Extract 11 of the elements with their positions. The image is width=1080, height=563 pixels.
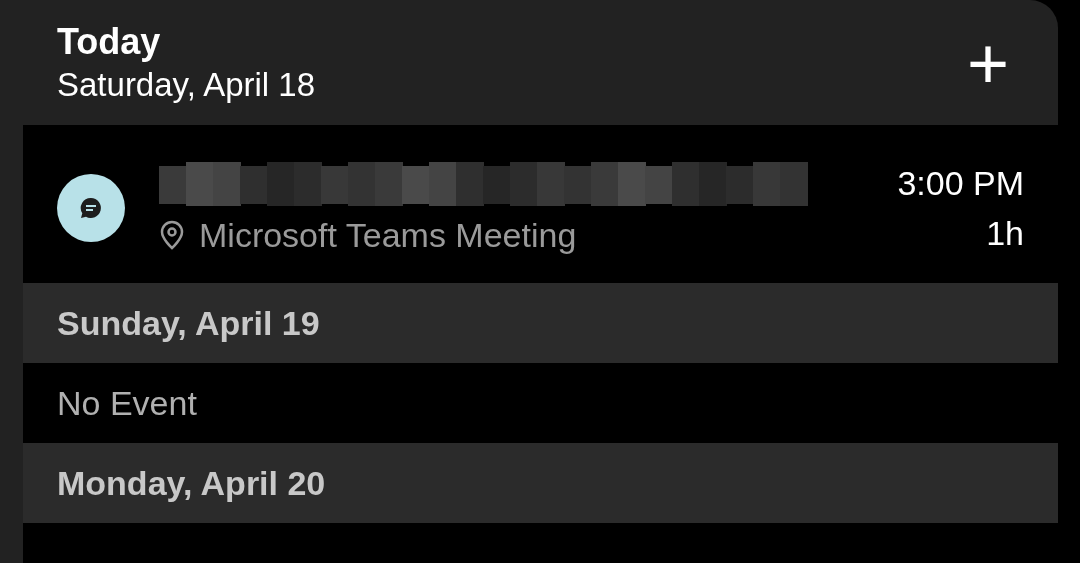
- event-location: Microsoft Teams Meeting: [199, 215, 577, 256]
- day-heading: Monday, April 20: [57, 463, 326, 504]
- no-event-label: No Event: [57, 383, 197, 424]
- day-heading: Sunday, April 19: [57, 303, 320, 344]
- chat-icon: [57, 174, 125, 242]
- event-duration: 1h: [986, 213, 1024, 254]
- location-pin-icon: [159, 220, 185, 250]
- date-label: Saturday, April 18: [57, 64, 316, 105]
- widget-title: Today: [57, 19, 162, 64]
- add-button[interactable]: +: [958, 32, 1018, 93]
- event-time: 3:00 PM: [897, 163, 1024, 204]
